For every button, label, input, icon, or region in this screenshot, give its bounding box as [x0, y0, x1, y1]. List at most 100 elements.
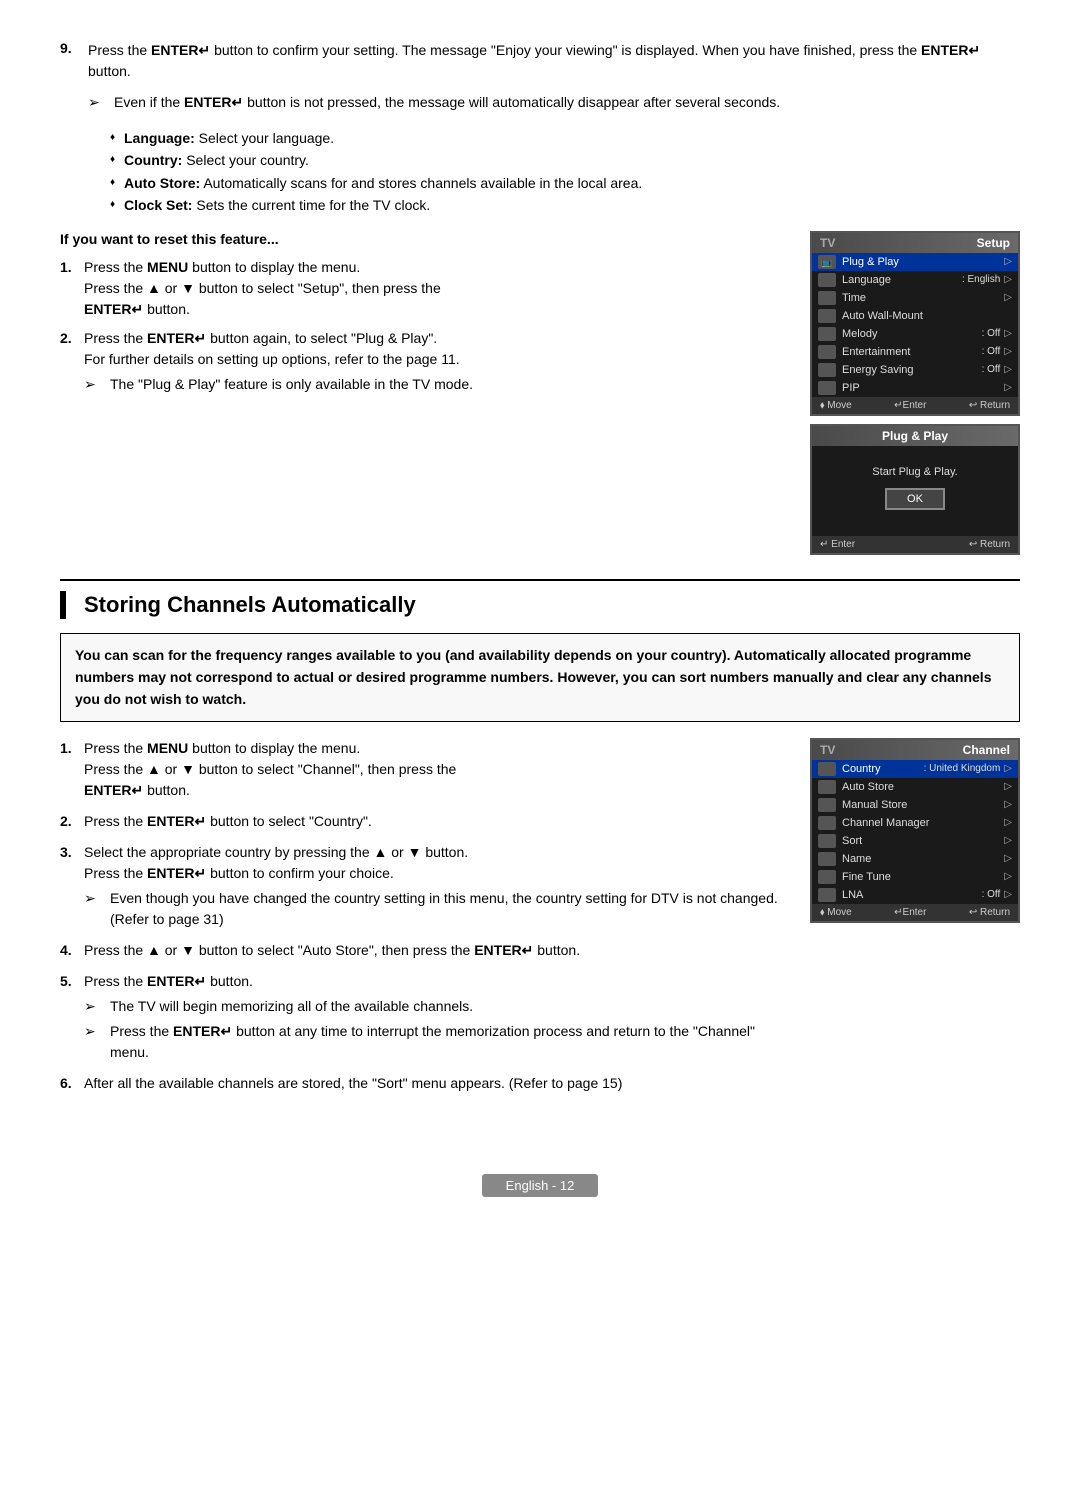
s2-step-2-content: Press the ENTER↵ button to select "Count…	[84, 811, 780, 832]
row-arrow-plugplay: ▷	[1004, 256, 1012, 267]
row-label-finetune: Fine Tune	[842, 871, 1000, 883]
row-icon-entertainment	[818, 345, 836, 359]
row-label-country: Country	[842, 763, 924, 775]
s2-step-4-content: Press the ▲ or ▼ button to select "Auto …	[84, 940, 780, 961]
channel-footer-move: ⬧ Move	[820, 907, 852, 918]
s2-step-3-tip: ➢ Even though you have changed the count…	[84, 888, 780, 930]
footer-move: ⬧ Move	[820, 400, 852, 411]
row-icon-melody	[818, 327, 836, 341]
step-2-tip: ➢ The "Plug & Play" feature is only avai…	[84, 374, 473, 395]
s2-step-5-content: Press the ENTER↵ button. ➢ The TV will b…	[84, 971, 780, 1063]
channel-screen: TV Channel Country : United Kingdom ▷ Au…	[810, 738, 1020, 923]
tip-arrow-3: ➢	[84, 888, 106, 930]
row-icon-language	[818, 273, 836, 287]
s2-step-3-content: Select the appropriate country by pressi…	[84, 842, 780, 930]
channel-screen-footer: ⬧ Move ↵Enter ↩ Return	[812, 904, 1018, 921]
plug-footer-enter: ↵ Enter	[820, 539, 855, 550]
row-label-pip: PIP	[842, 382, 1000, 394]
step-9-text: Press the ENTER↵ button to confirm your …	[88, 40, 1020, 82]
tip-arrow-5b: ➢	[84, 1021, 106, 1063]
row-icon-energysaving	[818, 363, 836, 377]
row-value-country: : United Kingdom	[924, 763, 1001, 774]
tip-arrow: ➢	[84, 374, 106, 395]
section2-step-5: 5. Press the ENTER↵ button. ➢ The TV wil…	[60, 971, 780, 1063]
setup-row-plugplay: 📺 Plug & Play ▷	[812, 253, 1018, 271]
step-1-content: Press the MENU button to display the men…	[84, 257, 441, 320]
s2-step-6-content: After all the available channels are sto…	[84, 1073, 780, 1094]
setup-row-language: Language : English ▷	[812, 271, 1018, 289]
row-label-manualstore: Manual Store	[842, 799, 1000, 811]
page-number: English - 12	[482, 1174, 599, 1197]
arrow-icon: ➢	[88, 92, 110, 113]
reset-steps-list: 1. Press the MENU button to display the …	[60, 257, 780, 395]
row-arrow-channelmanager: ▷	[1004, 817, 1012, 828]
bullet-clockset: Clock Set: Sets the current time for the…	[110, 194, 1020, 216]
row-arrow-autostore: ▷	[1004, 781, 1012, 792]
footer-return: ↩ Return	[969, 400, 1010, 411]
row-label-autowallmount: Auto Wall-Mount	[842, 310, 1012, 322]
plug-footer-return: ↩ Return	[969, 539, 1010, 550]
setup-screen-body: 📺 Plug & Play ▷ Language : English ▷ Tim…	[812, 253, 1018, 397]
s2-step-num-5: 5.	[60, 971, 76, 1063]
row-icon-plugplay: 📺	[818, 255, 836, 269]
row-icon-autowallmount	[818, 309, 836, 323]
s2-step-num-1: 1.	[60, 738, 76, 801]
section2-step-4: 4. Press the ▲ or ▼ button to select "Au…	[60, 940, 780, 961]
channel-row-manualstore: Manual Store ▷	[812, 796, 1018, 814]
channel-row-country: Country : United Kingdom ▷	[812, 760, 1018, 778]
page-content: 9. Press the ENTER↵ button to confirm yo…	[60, 40, 1020, 1197]
row-icon-manualstore	[818, 798, 836, 812]
tip-text: The "Plug & Play" feature is only availa…	[110, 374, 473, 395]
s2-step-num-6: 6.	[60, 1073, 76, 1094]
step-9-section: 9. Press the ENTER↵ button to confirm yo…	[60, 40, 1020, 82]
reset-steps: If you want to reset this feature... 1. …	[60, 231, 780, 555]
page-footer: English - 12	[60, 1164, 1020, 1197]
channel-section-label: Channel	[963, 743, 1010, 757]
row-value-entertainment: : Off	[982, 346, 1001, 357]
row-label-melody: Melody	[842, 328, 982, 340]
tip-text-5a: The TV will begin memorizing all of the …	[110, 996, 473, 1017]
row-label-entertainment: Entertainment	[842, 346, 982, 358]
step-2-content: Press the ENTER↵ button again, to select…	[84, 328, 473, 395]
section2-step-3: 3. Select the appropriate country by pre…	[60, 842, 780, 930]
row-label-language: Language	[842, 274, 962, 286]
row-icon-finetune	[818, 870, 836, 884]
row-arrow-finetune: ▷	[1004, 871, 1012, 882]
row-arrow-sort: ▷	[1004, 835, 1012, 846]
row-icon-sort	[818, 834, 836, 848]
row-arrow-lna: ▷	[1004, 889, 1012, 900]
reset-step-2: 2. Press the ENTER↵ button again, to sel…	[60, 328, 780, 395]
row-value-lna: : Off	[982, 889, 1001, 900]
s2-step-num-4: 4.	[60, 940, 76, 961]
s2-step-num-2: 2.	[60, 811, 76, 832]
plug-play-footer: ↵ Enter ↩ Return	[812, 536, 1018, 553]
channel-row-lna: LNA : Off ▷	[812, 886, 1018, 904]
row-arrow-entertainment: ▷	[1004, 346, 1012, 357]
setup-row-entertainment: Entertainment : Off ▷	[812, 343, 1018, 361]
step-num-1: 1.	[60, 257, 76, 320]
setup-screen-footer: ⬧ Move ↵Enter ↩ Return	[812, 397, 1018, 414]
tv-label: TV	[820, 236, 835, 250]
warning-box: You can scan for the frequency ranges av…	[60, 633, 1020, 722]
channel-footer-return: ↩ Return	[969, 907, 1010, 918]
row-label-channelmanager: Channel Manager	[842, 817, 1000, 829]
section2-step-1: 1. Press the MENU button to display the …	[60, 738, 780, 801]
channel-row-name: Name ▷	[812, 850, 1018, 868]
reset-step-1: 1. Press the MENU button to display the …	[60, 257, 780, 320]
row-label-plugplay: Plug & Play	[842, 256, 1000, 268]
subnote-text: Even if the ENTER↵ button is not pressed…	[114, 92, 780, 113]
setup-row-melody: Melody : Off ▷	[812, 325, 1018, 343]
steps-section-2: 1. Press the MENU button to display the …	[60, 738, 1020, 1104]
channel-row-autostore: Auto Store ▷	[812, 778, 1018, 796]
row-label-energysaving: Energy Saving	[842, 364, 982, 376]
channel-tv-container: TV Channel Country : United Kingdom ▷ Au…	[810, 738, 1020, 1104]
row-icon-autostore	[818, 780, 836, 794]
reset-title: If you want to reset this feature...	[60, 231, 780, 247]
row-icon-time	[818, 291, 836, 305]
section-title: Storing Channels Automatically	[60, 591, 1020, 619]
tv-ui-container: TV Setup 📺 Plug & Play ▷ Language : Engl…	[810, 231, 1020, 555]
plug-play-ok[interactable]: OK	[885, 488, 945, 510]
setup-row-time: Time ▷	[812, 289, 1018, 307]
bullet-autostore: Auto Store: Automatically scans for and …	[110, 172, 1020, 194]
bullet-list: Language: Select your language. Country:…	[110, 127, 1020, 217]
